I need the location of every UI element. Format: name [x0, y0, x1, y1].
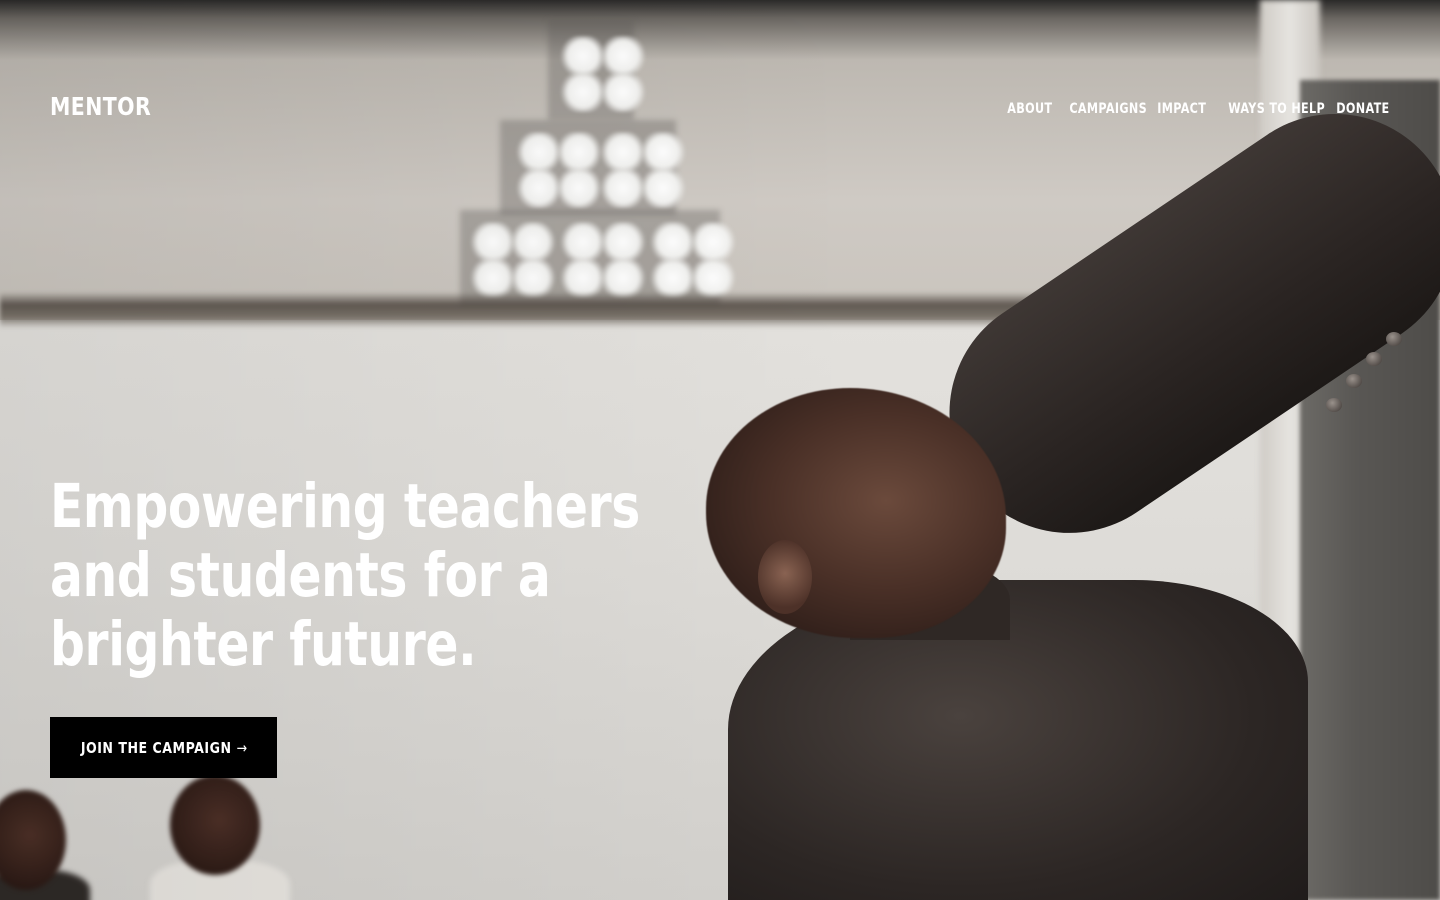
site-logo[interactable]: MENTOR [50, 90, 151, 124]
nav-item-impact[interactable]: IMPACT [1158, 99, 1207, 119]
join-campaign-button-label: JOIN THE CAMPAIGN [80, 738, 232, 757]
nav-item-donate[interactable]: DONATE [1337, 99, 1390, 119]
nav-item-about[interactable]: ABOUT [1007, 99, 1052, 119]
arrow-right-icon: → [236, 738, 247, 757]
join-campaign-button[interactable]: JOIN THE CAMPAIGN → [50, 717, 277, 778]
hero-headline: Empowering teachers and students for a b… [50, 471, 640, 680]
join-campaign-button-content: JOIN THE CAMPAIGN → [80, 739, 246, 757]
nav-item-ways-to-help[interactable]: WAYS TO HELP [1229, 99, 1326, 119]
hero-section: MENTOR ABOUT CAMPAIGNS IMPACT WAYS TO HE… [0, 0, 1440, 900]
nav-item-campaigns[interactable]: CAMPAIGNS [1070, 99, 1148, 119]
main-navigation: ABOUT CAMPAIGNS IMPACT WAYS TO HELP DONA… [1002, 99, 1390, 119]
site-header: MENTOR ABOUT CAMPAIGNS IMPACT WAYS TO HE… [0, 0, 1440, 215]
